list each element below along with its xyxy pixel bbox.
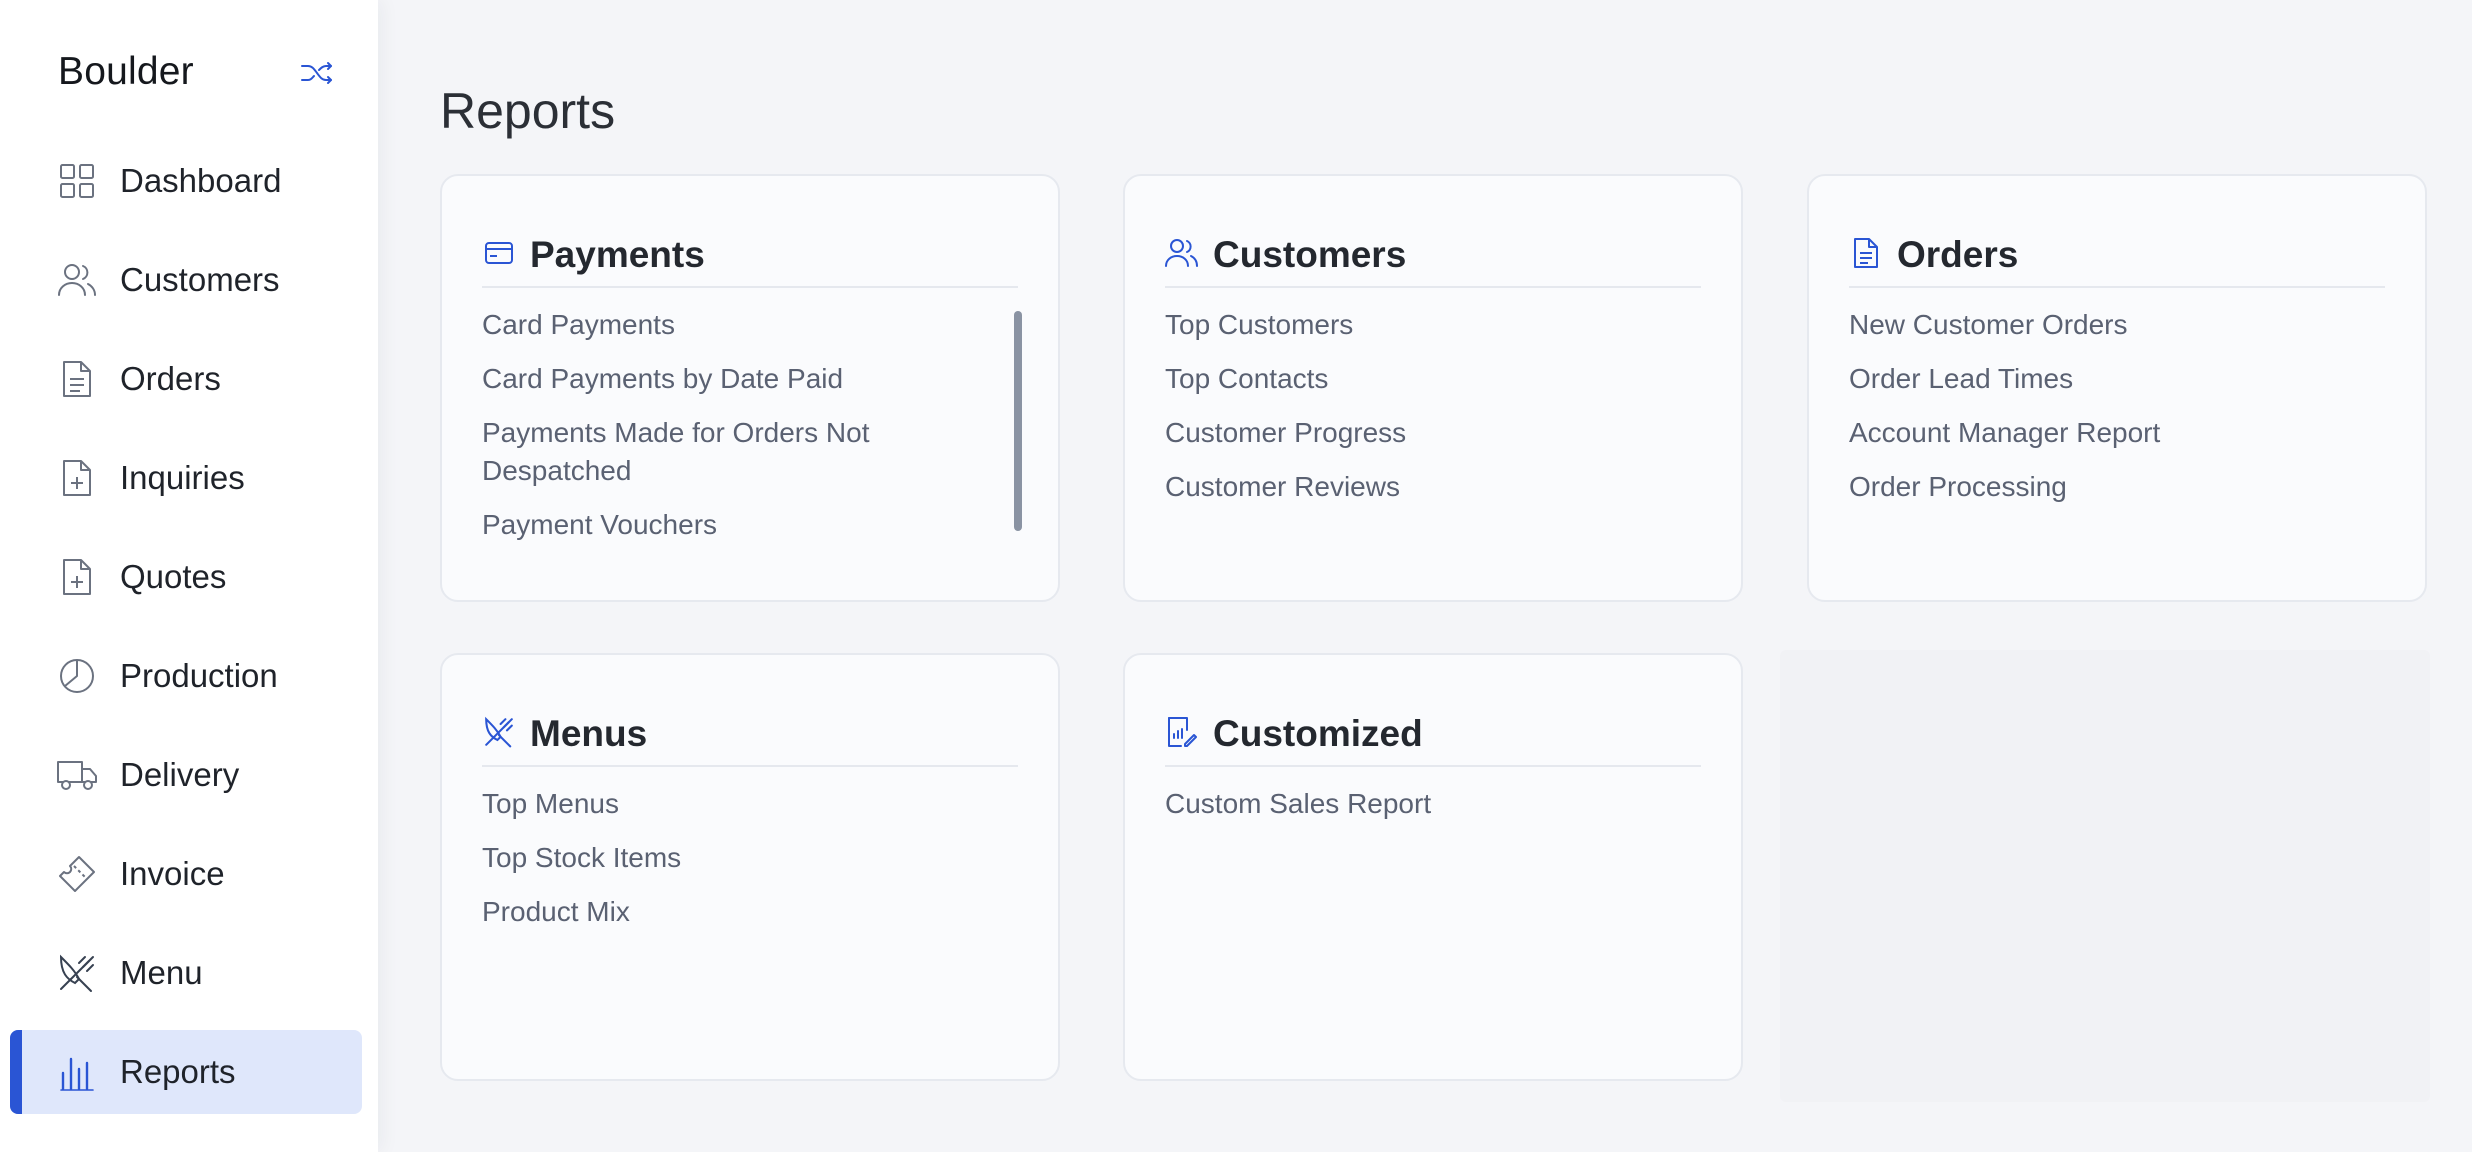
report-list: New Customer Orders Order Lead Times Acc…: [1849, 306, 2365, 522]
card-header: Customized: [1165, 695, 1701, 767]
document-icon: [1849, 236, 1883, 270]
report-list: Top Customers Top Contacts Customer Prog…: [1165, 306, 1681, 522]
bar-chart-icon: [56, 1051, 98, 1093]
sidebar-item-label: Inquiries: [120, 459, 245, 496]
sidebar-nav: Dashboard Customers Orders Inquiries Quo…: [0, 139, 378, 1129]
sidebar-item-inquiries[interactable]: Inquiries: [0, 436, 378, 520]
report-link[interactable]: Payments Made for Orders Not Despatched: [482, 414, 998, 490]
card-header: Orders: [1849, 216, 2385, 288]
report-card-payments: Payments Card Payments Card Payments by …: [440, 174, 1060, 602]
report-list: Top Menus Top Stock Items Product Mix: [482, 785, 998, 947]
grid-icon: [56, 160, 98, 202]
card-title: Payments: [530, 234, 705, 275]
sidebar-item-dashboard[interactable]: Dashboard: [0, 139, 378, 223]
report-link[interactable]: Payment Vouchers: [482, 506, 998, 544]
credit-card-icon: [482, 236, 516, 270]
sidebar-item-customers[interactable]: Customers: [0, 238, 378, 322]
report-link[interactable]: Product Mix: [482, 893, 998, 931]
card-title: Orders: [1897, 234, 2019, 275]
card-header: Menus: [482, 695, 1018, 767]
report-link[interactable]: Top Contacts: [1165, 360, 1681, 398]
report-card-orders: Orders New Customer Orders Order Lead Ti…: [1807, 174, 2427, 602]
users-icon: [56, 259, 98, 301]
sidebar-item-label: Dashboard: [120, 162, 282, 199]
sidebar-item-label: Reports: [120, 1053, 236, 1090]
sidebar-item-production[interactable]: Production: [0, 634, 378, 718]
report-card-customized: Customized Custom Sales Report: [1123, 653, 1743, 1081]
report-card-menus: Menus Top Menus Top Stock Items Product …: [440, 653, 1060, 1081]
sidebar-item-invoice[interactable]: Invoice: [0, 832, 378, 916]
shuffle-icon[interactable]: [297, 56, 337, 90]
report-list: Card Payments Card Payments by Date Paid…: [482, 306, 998, 560]
report-link[interactable]: Custom Sales Report: [1165, 785, 1681, 823]
card-header: Customers: [1165, 216, 1701, 288]
report-link[interactable]: Card Payments by Date Paid: [482, 360, 998, 398]
brand-name: Boulder: [58, 50, 194, 93]
document-icon: [56, 358, 98, 400]
utensils-icon: [56, 952, 98, 994]
ticket-icon: [56, 853, 98, 895]
sidebar-item-label: Menu: [120, 954, 203, 991]
report-link[interactable]: Account Manager Report: [1849, 414, 2365, 452]
sidebar: Boulder Dashboard Customers Orders Inqui…: [0, 0, 378, 1152]
sidebar-item-label: Quotes: [120, 558, 227, 595]
file-plus-icon: [56, 556, 98, 598]
sidebar-item-label: Delivery: [120, 756, 240, 793]
sidebar-item-label: Production: [120, 657, 278, 694]
sidebar-item-label: Customers: [120, 261, 280, 298]
pie-chart-icon: [56, 655, 98, 697]
card-title: Menus: [530, 713, 648, 754]
sidebar-item-quotes[interactable]: Quotes: [0, 535, 378, 619]
sidebar-item-orders[interactable]: Orders: [0, 337, 378, 421]
report-link[interactable]: Top Menus: [482, 785, 998, 823]
sidebar-item-delivery[interactable]: Delivery: [0, 733, 378, 817]
report-link[interactable]: Customer Reviews: [1165, 468, 1681, 506]
card-title: Customers: [1213, 234, 1407, 275]
users-icon: [1165, 236, 1199, 270]
report-link[interactable]: Top Customers: [1165, 306, 1681, 344]
report-link[interactable]: New Customer Orders: [1849, 306, 2365, 344]
report-link[interactable]: Card Payments: [482, 306, 998, 344]
scrollbar-thumb[interactable]: [1014, 311, 1022, 531]
utensils-icon: [482, 715, 516, 749]
report-card-customers: Customers Top Customers Top Contacts Cus…: [1123, 174, 1743, 602]
truck-icon: [56, 754, 98, 796]
sidebar-item-menu[interactable]: Menu: [0, 931, 378, 1015]
empty-card-slot: [1780, 650, 2430, 1102]
file-plus-icon: [56, 457, 98, 499]
sidebar-item-label: Invoice: [120, 855, 225, 892]
card-header: Payments: [482, 216, 1018, 288]
page-title: Reports: [440, 82, 616, 139]
active-indicator: [10, 1030, 22, 1114]
report-link[interactable]: Top Stock Items: [482, 839, 998, 877]
report-link[interactable]: Order Lead Times: [1849, 360, 2365, 398]
card-title: Customized: [1213, 713, 1423, 754]
sidebar-item-reports[interactable]: Reports: [0, 1030, 378, 1114]
report-link[interactable]: Order Processing: [1849, 468, 2365, 506]
report-list: Custom Sales Report: [1165, 785, 1681, 839]
sidebar-item-label: Orders: [120, 360, 221, 397]
custom-report-icon: [1165, 715, 1199, 749]
report-link[interactable]: Customer Progress: [1165, 414, 1681, 452]
